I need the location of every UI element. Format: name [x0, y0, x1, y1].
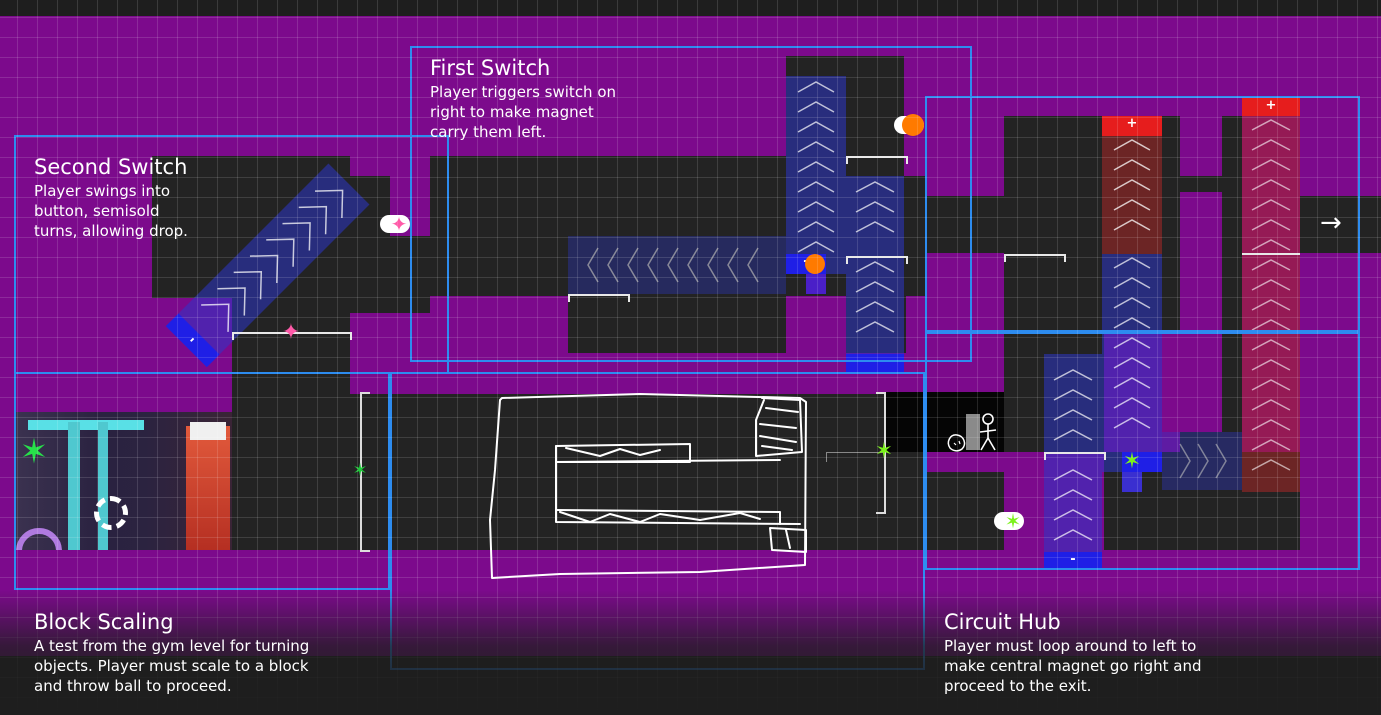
section-description: Player swings into button, semisold turn…: [34, 182, 188, 240]
section-description: Player triggers switch on right to make …: [430, 83, 617, 141]
section-title: First Switch: [430, 56, 551, 80]
section-title: Circuit Hub: [944, 610, 1061, 634]
zone-circuit-hub[interactable]: [925, 332, 1360, 570]
label-second-switch: Second Switch Player swings into button,…: [34, 155, 188, 241]
section-description: Player must loop around to left to make …: [944, 637, 1202, 695]
section-description: A test from the gym level for turning ob…: [34, 637, 310, 695]
zone-sketch[interactable]: [390, 372, 925, 670]
section-title: Second Switch: [34, 155, 188, 179]
label-first-switch: First Switch Player triggers switch on r…: [430, 56, 616, 142]
zone-block-scaling[interactable]: [14, 372, 390, 590]
label-circuit-hub: Circuit Hub Player must loop around to l…: [944, 610, 1202, 696]
level-editor-canvas[interactable]: ✶ - - + + - ✦ ✶ ✦ ✶ ✶ ✶ → Second Switch …: [0, 0, 1381, 715]
zone-circuit-hub-top[interactable]: [925, 96, 1360, 332]
label-block-scaling: Block Scaling A test from the gym level …: [34, 610, 309, 696]
section-title: Block Scaling: [34, 610, 174, 634]
